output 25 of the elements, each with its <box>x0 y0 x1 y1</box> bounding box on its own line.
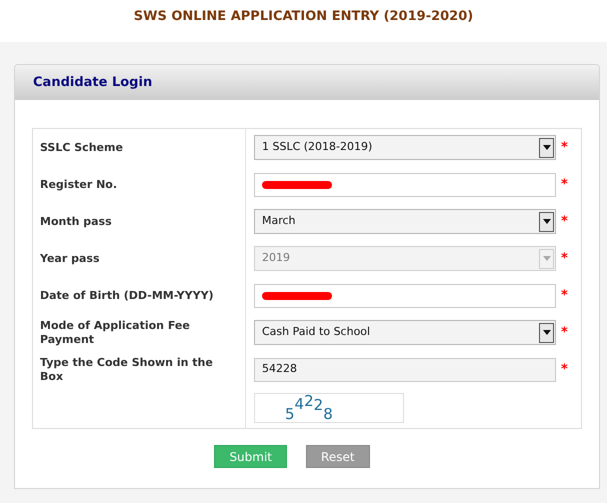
select-field[interactable]: Cash Paid to School <box>254 320 556 345</box>
field-label: Month pass <box>40 214 112 228</box>
captcha-code: 54228 <box>285 396 333 420</box>
redaction-mark <box>262 180 332 188</box>
input-field[interactable]: 54228 <box>254 358 556 382</box>
required-mark: * <box>561 286 568 305</box>
required-mark: * <box>561 212 568 231</box>
field-label: SSLC Scheme <box>40 140 123 154</box>
field-label: Date of Birth (DD-MM-YYYY) <box>40 288 214 302</box>
select-field[interactable]: 1 SSLC (2018-2019) <box>254 135 556 160</box>
required-mark: * <box>561 176 568 194</box>
field-label: Register No. <box>40 178 118 192</box>
redaction-mark <box>262 292 332 300</box>
input-field[interactable] <box>254 172 556 196</box>
field-label: Mode of Application Fee Payment <box>40 318 191 346</box>
select-field[interactable]: March <box>254 209 556 234</box>
input-field[interactable] <box>254 284 556 308</box>
page-title: SWS ONLINE APPLICATION ENTRY (2019-2020) <box>134 8 474 26</box>
required-mark: * <box>561 324 568 342</box>
required-mark: * <box>561 138 568 157</box>
required-mark: * <box>561 360 568 379</box>
required-mark: * <box>561 250 568 268</box>
field-label: Type the Code Shown in the Box <box>40 356 214 384</box>
panel-title: Candidate Login <box>33 74 152 92</box>
field-label: Year pass <box>40 252 100 266</box>
